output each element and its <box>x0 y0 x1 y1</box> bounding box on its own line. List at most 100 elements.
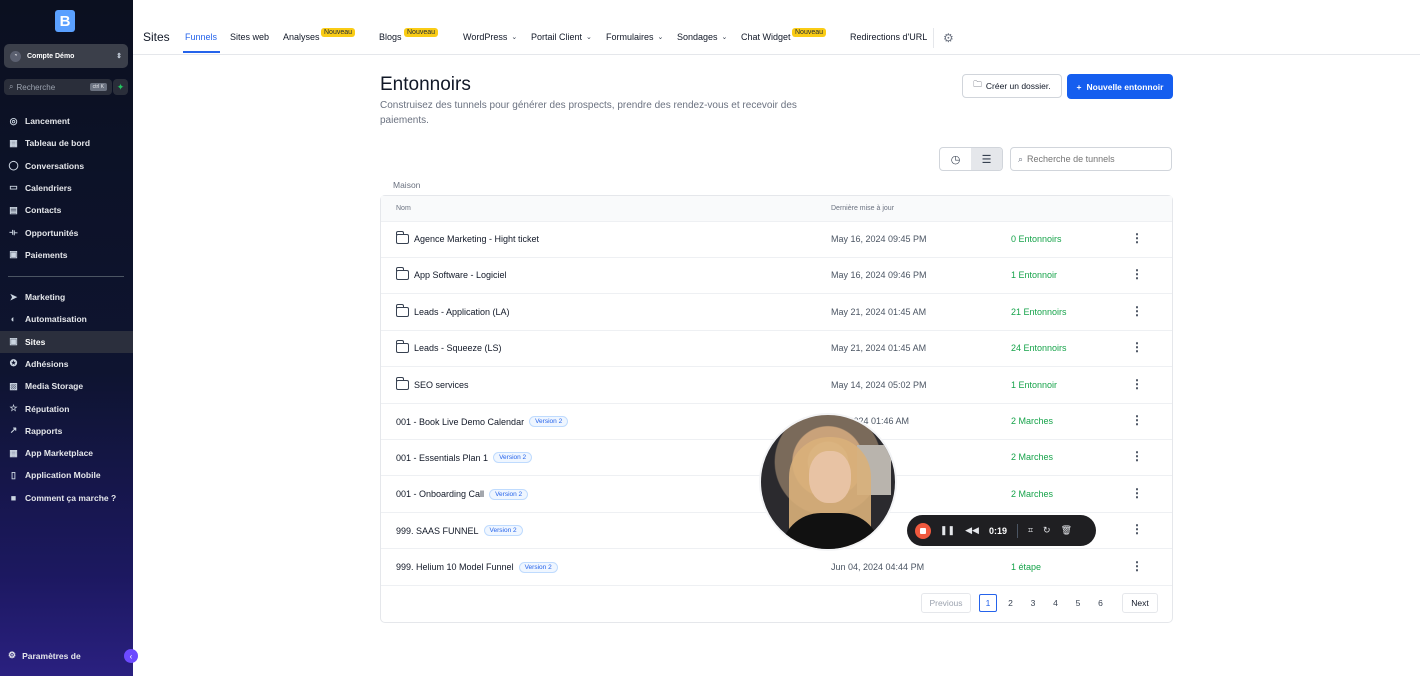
row-name: Leads - Squeeze (LS) <box>396 340 502 354</box>
column-updated[interactable]: Dernière mise à jour <box>831 205 894 212</box>
more-options-icon[interactable]: ⋮ <box>1131 231 1143 245</box>
folder-icon <box>396 376 409 390</box>
more-options-icon[interactable]: ⋮ <box>1131 449 1143 463</box>
gear-icon[interactable]: ⚙ <box>943 31 954 45</box>
more-options-icon[interactable]: ⋮ <box>1131 522 1143 536</box>
row-count[interactable]: 1 étape <box>1011 562 1041 572</box>
shortcut-hint: ctrl K <box>89 83 107 91</box>
next-page-button[interactable]: Next <box>1122 593 1158 613</box>
table-row[interactable]: 999. Helium 10 Model Funnel Version 2 Jun … <box>381 550 1172 586</box>
sidebar-item-t4[interactable]: ▤ Contacts <box>0 199 133 221</box>
tab-redirections[interactable]: Redirections d'URL <box>850 32 927 42</box>
pause-icon[interactable]: ❚❚ <box>940 525 955 536</box>
row-count[interactable]: 1 Entonnoir <box>1011 380 1057 390</box>
previous-page-button[interactable]: Previous <box>921 593 971 613</box>
tab-blogs[interactable]: Blogs <box>379 32 402 42</box>
image-icon: ▨ <box>9 380 18 391</box>
sidebar-search[interactable]: ⌕ Recherche ctrl K <box>4 79 112 95</box>
row-count[interactable]: 21 Entonnoirs <box>1011 307 1067 317</box>
sidebar-item-b1[interactable]: ◐ Automatisation <box>0 308 133 330</box>
sidebar-item-label: Réputation <box>25 403 70 414</box>
sidebar-item-b9[interactable]: ■ Comment ça marche ? <box>0 487 133 509</box>
collapse-sidebar-button[interactable]: ‹ <box>124 649 138 663</box>
video-icon: ■ <box>10 492 17 503</box>
sidebar-item-b3[interactable]: ✪ Adhésions <box>0 353 133 375</box>
sidebar-item-b7[interactable]: ▦ App Marketplace <box>0 442 133 464</box>
sidebar-item-b2[interactable]: ▣ Sites <box>0 330 133 353</box>
table-row[interactable]: SEO services May 14, 2024 05:02 PM 1 Enton… <box>381 368 1172 404</box>
row-updated: May 14, 2024 05:02 PM <box>831 379 927 390</box>
tab-chat-widget[interactable]: Chat Widget <box>741 32 791 42</box>
more-options-icon[interactable]: ⋮ <box>1131 413 1143 427</box>
table-row[interactable]: Leads - Application (LA) May 21, 2024 01:… <box>381 295 1172 331</box>
grid-icon[interactable]: ⌗ <box>1028 525 1033 536</box>
sidebar-item-b4[interactable]: ▨ Media Storage <box>0 375 133 397</box>
page-number[interactable]: 4 <box>1047 594 1065 612</box>
more-options-icon[interactable]: ⋮ <box>1131 377 1143 391</box>
calendar-icon: ▭ <box>9 182 18 193</box>
tab-sondages[interactable]: Sondages ⌄ <box>677 32 727 42</box>
sidebar-item-b6[interactable]: ↗ Rapports <box>0 420 133 442</box>
tab-analyses[interactable]: Analyses <box>283 32 320 42</box>
restart-icon[interactable]: ↻ <box>1043 525 1051 536</box>
more-options-icon[interactable]: ⋮ <box>1131 340 1143 354</box>
sidebar-item-t1[interactable]: ▦ Tableau de bord <box>0 132 133 154</box>
row-count[interactable]: 1 Entonnoir <box>1011 270 1057 280</box>
sidebar-item-b0[interactable]: ➤ Marketing <box>0 286 133 308</box>
webcam-bubble[interactable] <box>759 413 897 551</box>
chevron-down-icon: ⌄ <box>511 34 518 41</box>
table-row[interactable]: Agence Marketing - Hight ticket May 16, 2… <box>381 222 1172 258</box>
sidebar-settings[interactable]: ⚙ Paramètres de <box>8 650 81 661</box>
more-options-icon[interactable]: ⋮ <box>1131 267 1143 281</box>
page-number[interactable]: 3 <box>1024 594 1042 612</box>
tab-funnels[interactable]: Funnels <box>185 32 217 42</box>
row-count[interactable]: 2 Marches <box>1011 416 1053 426</box>
app-logo[interactable]: B <box>55 10 75 32</box>
new-funnel-button[interactable]: + Nouvelle entonnoir <box>1067 74 1173 99</box>
funnel-search-input[interactable] <box>1027 154 1158 164</box>
sidebar-item-t6[interactable]: ▣ Paiements <box>0 244 133 266</box>
more-options-icon[interactable]: ⋮ <box>1131 486 1143 500</box>
table-row[interactable]: App Software - Logiciel May 16, 2024 09:4… <box>381 258 1172 295</box>
tab-formulaires[interactable]: Formulaires ⌄ <box>606 32 663 42</box>
more-options-icon[interactable]: ⋮ <box>1131 559 1143 573</box>
page-number[interactable]: 1 <box>979 594 997 612</box>
rewind-icon[interactable]: ◀◀ <box>965 525 979 536</box>
folder-icon <box>396 231 409 244</box>
grid-icon: ▦ <box>9 447 18 458</box>
sidebar-item-b8[interactable]: ▯ Application Mobile <box>0 464 133 486</box>
sidebar-search-placeholder: Recherche <box>16 82 56 92</box>
tab-portail-client[interactable]: Portail Client ⌄ <box>531 32 592 42</box>
sidebar-item-label: Media Storage <box>25 381 84 392</box>
chevron-updown-icon: ⇕ <box>116 53 122 60</box>
tab-wordpress[interactable]: WordPress ⌄ <box>463 32 517 42</box>
table-row[interactable]: Leads - Squeeze (LS) May 21, 2024 01:45 A… <box>381 331 1172 368</box>
recent-view-button[interactable]: ◷ <box>940 148 971 170</box>
page-number[interactable]: 5 <box>1069 594 1087 612</box>
column-name[interactable]: Nom <box>396 205 411 212</box>
sidebar-item-b5[interactable]: ☆ Réputation <box>0 398 133 420</box>
page-number[interactable]: 2 <box>1002 594 1020 612</box>
more-options-icon[interactable]: ⋮ <box>1131 304 1143 318</box>
breadcrumb[interactable]: Maison <box>393 180 420 190</box>
sidebar-item-t5[interactable]: ⟛ Opportunités <box>0 222 133 244</box>
list-view-button[interactable]: ☰ <box>971 148 1002 170</box>
quick-action-icon[interactable]: ✦ <box>113 79 128 95</box>
sidebar-item-t2[interactable]: ◯ Conversations <box>0 155 133 177</box>
stop-recording-button[interactable] <box>915 522 931 539</box>
sidebar-item-label: Calendriers <box>25 182 72 193</box>
row-count[interactable]: 2 Marches <box>1011 489 1053 499</box>
row-count[interactable]: 24 Entonnoirs <box>1011 343 1067 353</box>
sidebar-item-t0[interactable]: ◎ Lancement <box>0 110 133 132</box>
page-number[interactable]: 6 <box>1092 594 1110 612</box>
account-switcher[interactable]: ◔ Compte Démo ⇕ <box>4 44 128 68</box>
create-folder-button[interactable]: 🗀 Créer un dossier. <box>962 74 1062 98</box>
sidebar-item-label: Rapports <box>25 425 63 436</box>
row-count[interactable]: 2 Marches <box>1011 452 1053 462</box>
sidebar-item-label: Application Mobile <box>25 470 101 481</box>
tab-sites-web[interactable]: Sites web <box>230 32 269 42</box>
trash-icon[interactable]: 🗑 <box>1061 525 1072 536</box>
sidebar-item-t3[interactable]: ▭ Calendriers <box>0 177 133 199</box>
recording-controls: ❚❚ ◀◀ 0:19 ⌗ ↻ 🗑 <box>907 515 1096 546</box>
row-count[interactable]: 0 Entonnoirs <box>1011 234 1062 244</box>
